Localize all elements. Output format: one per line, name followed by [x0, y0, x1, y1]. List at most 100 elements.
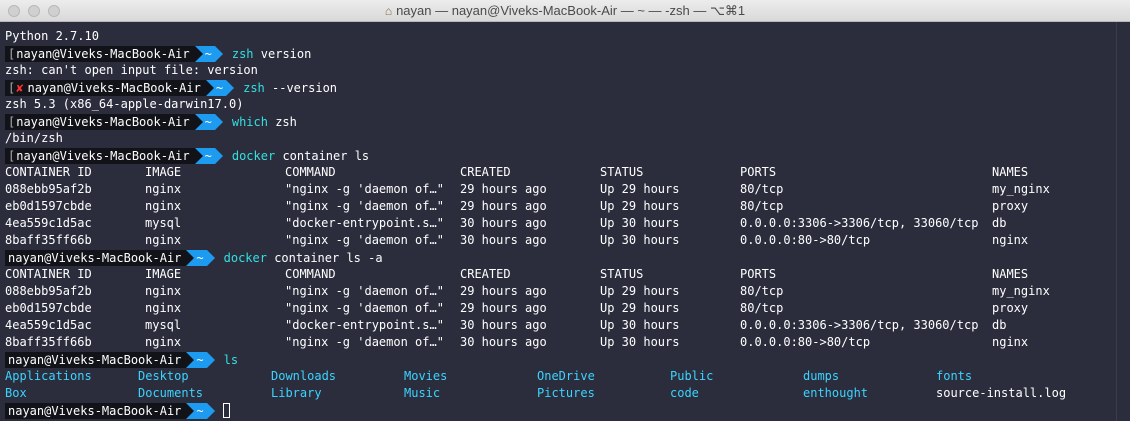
- table-cell: 0.0.0.0:80->80/tcp: [740, 335, 871, 349]
- command-text: zsh --version: [243, 81, 337, 95]
- table-cell: 4ea559c1d5ac: [5, 216, 92, 230]
- command-args: container ls: [275, 148, 370, 163]
- prompt-dir: ~: [215, 80, 224, 95]
- command-args: version: [253, 46, 312, 61]
- error-x-icon: ✘: [16, 80, 24, 95]
- table-header-cell: CREATED: [460, 267, 511, 281]
- table-cell: 0.0.0.0:80->80/tcp: [740, 233, 871, 247]
- directory-item: Public: [670, 369, 714, 383]
- home-icon: ⌂: [384, 4, 393, 18]
- command-name: which: [231, 114, 268, 129]
- table-cell: nginx: [992, 335, 1029, 349]
- docker-ps-table: CONTAINER ID IMAGE COMMAND CREATED STATUS POR…: [5, 164, 1116, 249]
- table-cell: Up 30 hours: [600, 335, 680, 349]
- table-cell: Up 29 hours: [600, 284, 680, 298]
- table-row: eb0d1597cbde nginx "nginx -g 'daemon of…" 2…: [5, 198, 1116, 215]
- scrollbar[interactable]: [1116, 22, 1130, 421]
- powerline-arrow-icon: [186, 351, 195, 368]
- table-cell: 088ebb95af2b: [5, 284, 92, 298]
- table-cell: "nginx -g 'daemon of…": [285, 301, 444, 315]
- table-cell: Up 29 hours: [600, 182, 680, 196]
- table-cell: 4ea559c1d5ac: [5, 318, 92, 332]
- prompt-user-segment: nayan@Viveks-MacBook-Air: [5, 402, 187, 419]
- table-cell: proxy: [992, 301, 1029, 315]
- command-args: zsh: [267, 114, 297, 129]
- output-line: zsh: can't open input file: version: [5, 63, 258, 77]
- prompt-dir: ~: [196, 403, 204, 418]
- table-cell: "nginx -g 'daemon of…": [285, 335, 444, 349]
- prompt-line: nayan@Viveks-MacBook-Air ~ ls: [5, 351, 1116, 368]
- table-cell: nginx: [145, 182, 182, 196]
- powerline-arrow-icon: [194, 113, 203, 130]
- prompt-line: [nayan@Viveks-MacBook-Air ~ zsh version: [5, 45, 1116, 62]
- prompt-dir-segment: ~: [202, 113, 215, 130]
- prompt-dir: ~: [204, 114, 212, 129]
- table-cell: nginx: [145, 335, 182, 349]
- directory-item: Pictures: [537, 386, 595, 400]
- active-prompt-line[interactable]: nayan@Viveks-MacBook-Air ~: [5, 402, 1116, 419]
- command-text: zsh version: [232, 47, 311, 61]
- table-cell: 80/tcp: [740, 199, 784, 213]
- command-name: docker: [231, 148, 276, 163]
- powerline-arrow-icon: [226, 79, 235, 96]
- table-cell: 088ebb95af2b: [5, 182, 92, 196]
- table-cell: 29 hours ago: [460, 284, 547, 298]
- table-header-cell: PORTS: [740, 267, 777, 281]
- table-row: 088ebb95af2b nginx "nginx -g 'daemon of…" 2…: [5, 283, 1116, 300]
- prompt-user-segment: [✘ nayan@Viveks-MacBook-Air: [5, 79, 206, 96]
- table-header-cell: CONTAINER ID: [5, 267, 92, 281]
- text-cursor[interactable]: [222, 403, 230, 418]
- terminal-output[interactable]: Python 2.7.10 [nayan@Viveks-MacBook-Air ~…: [0, 22, 1116, 421]
- prompt-user-segment: [nayan@Viveks-MacBook-Air: [5, 45, 195, 62]
- powerline-arrow-icon: [206, 402, 215, 419]
- command-name: docker: [223, 250, 267, 265]
- table-header-cell: NAMES: [992, 267, 1029, 281]
- prompt-user-segment: nayan@Viveks-MacBook-Air: [5, 351, 187, 368]
- powerline-arrow-icon: [206, 249, 215, 266]
- table-cell: 80/tcp: [740, 182, 784, 196]
- prompt-line: [nayan@Viveks-MacBook-Air ~ which zsh: [5, 113, 1116, 130]
- table-cell: 80/tcp: [740, 284, 784, 298]
- table-cell: eb0d1597cbde: [5, 199, 92, 213]
- powerline-arrow-icon: [194, 45, 203, 62]
- command-name: zsh: [243, 80, 265, 95]
- table-cell: 0.0.0.0:3306->3306/tcp, 33060/tcp: [740, 216, 979, 230]
- prompt-dir-segment: ~: [194, 351, 207, 368]
- prompt-dir-segment: ~: [202, 45, 215, 62]
- title-bar[interactable]: ⌂ nayan — nayan@Viveks-MacBook-Air — ~ — …: [0, 0, 1130, 22]
- table-cell: mysql: [145, 216, 182, 230]
- table-cell: 30 hours ago: [460, 233, 547, 247]
- prompt-user-segment: [nayan@Viveks-MacBook-Air: [5, 113, 195, 130]
- directory-item: Desktop: [138, 369, 189, 383]
- prompt-dir-segment: ~: [194, 249, 207, 266]
- command-name: zsh: [231, 46, 254, 61]
- terminal-window: ⌂ nayan — nayan@Viveks-MacBook-Air — ~ — …: [0, 0, 1130, 421]
- table-cell: nginx: [145, 233, 182, 247]
- table-cell: "nginx -g 'daemon of…": [285, 199, 444, 213]
- table-row: 4ea559c1d5ac mysql "docker-entrypoint.s…" 3…: [5, 215, 1116, 232]
- prompt-user: nayan@Viveks-MacBook-Air: [8, 250, 182, 265]
- table-cell: "docker-entrypoint.s…": [285, 318, 444, 332]
- powerline-arrow-icon: [194, 147, 203, 164]
- table-cell: 8baff35ff66b: [5, 233, 92, 247]
- table-cell: proxy: [992, 199, 1029, 213]
- powerline-arrow-icon: [186, 402, 195, 419]
- table-row: 4ea559c1d5ac mysql "docker-entrypoint.s…" 3…: [5, 317, 1116, 334]
- prompt-dir: ~: [204, 148, 212, 163]
- table-row: eb0d1597cbde nginx "nginx -g 'daemon of…" 2…: [5, 300, 1116, 317]
- directory-item: Music: [404, 386, 441, 400]
- docker-ps-all-table: CONTAINER ID IMAGE COMMAND CREATED STATUS POR…: [5, 266, 1116, 351]
- table-cell: Up 30 hours: [600, 216, 680, 230]
- table-cell: my_nginx: [992, 182, 1050, 196]
- prompt-bracket: [: [8, 114, 16, 129]
- prompt-dir: ~: [204, 46, 212, 61]
- directory-item: Documents: [138, 386, 204, 400]
- prompt-user: nayan@Viveks-MacBook-Air: [27, 80, 201, 95]
- directory-item: code: [670, 386, 699, 400]
- table-cell: 29 hours ago: [460, 182, 547, 196]
- prompt-line: [nayan@Viveks-MacBook-Air ~ docker contain…: [5, 147, 1116, 164]
- powerline-arrow-icon: [186, 249, 195, 266]
- command-text: ls: [224, 353, 238, 367]
- command-text: docker container ls -a: [224, 251, 383, 265]
- table-cell: Up 29 hours: [600, 301, 680, 315]
